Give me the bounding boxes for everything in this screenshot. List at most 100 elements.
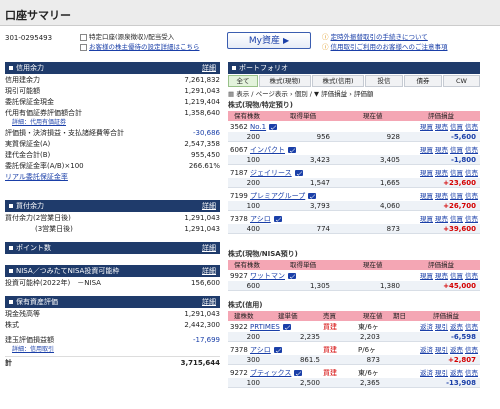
action-link[interactable]: 現売 [435, 169, 448, 177]
settings-link[interactable]: お客様の株主優待の設定詳細はこちら [89, 43, 200, 51]
action-link[interactable]: 信売 [465, 369, 478, 377]
mail-icon[interactable] [308, 193, 317, 199]
stock-name-link[interactable]: No.1 [250, 122, 278, 132]
row-value: 1,291,043 [184, 225, 220, 233]
action-link[interactable]: 現買 [420, 215, 433, 223]
action-link[interactable]: 現売 [435, 215, 448, 223]
tab-all[interactable]: 全て [228, 75, 258, 87]
action-link[interactable]: 現売 [435, 192, 448, 200]
stock-code: 9927 [230, 272, 248, 280]
action-link[interactable]: 信売 [465, 323, 478, 331]
margin-detail-link[interactable]: 詳細：信用取引 [12, 345, 54, 355]
tab-bonds[interactable]: 債券 [404, 75, 442, 87]
action-link[interactable]: 返売 [450, 346, 463, 354]
action-link[interactable]: 現売 [435, 123, 448, 131]
col-pl: 評価損益 [433, 312, 459, 320]
row-value: -30,686 [192, 129, 220, 137]
credit-link-row: リアル委託保証金率 [5, 172, 220, 182]
row-label: 代用有価証券評価額合計 [5, 109, 82, 117]
stock-name-link[interactable]: PRTIMES [250, 322, 291, 332]
toolbar-value[interactable]: 評価額 [354, 90, 374, 98]
term: P/6ヶ [358, 346, 377, 354]
stock-name-link[interactable]: プレミアグループ [250, 191, 317, 201]
action-link[interactable]: 返済 [420, 346, 433, 354]
mail-icon[interactable] [282, 324, 291, 330]
action-link[interactable]: 返売 [450, 323, 463, 331]
real-margin-rate-link[interactable]: リアル委託保証金率 [5, 172, 68, 182]
stock-name-link[interactable]: インパクト [250, 145, 296, 155]
action-link[interactable]: 返売 [450, 369, 463, 377]
cost: 3,793 [309, 202, 330, 210]
action-link[interactable]: 信売 [465, 123, 478, 131]
buying-row: (3営業日後) 1,291,043 [5, 224, 220, 234]
action-link[interactable]: 信買 [450, 123, 463, 131]
row-value: 7,261,832 [184, 76, 220, 84]
action-link[interactable]: 現買 [420, 146, 433, 154]
cost: 1,305 [309, 282, 330, 290]
row-label: 建代金合計(B) [5, 151, 51, 159]
term: 東/6ヶ [358, 323, 379, 331]
stock-name-link[interactable]: ブティックス [250, 368, 303, 378]
price: 873 [366, 356, 380, 364]
col-price: 現在値 [363, 312, 383, 320]
action-link[interactable]: 現買 [420, 192, 433, 200]
action-link[interactable]: 信売 [465, 169, 478, 177]
action-link[interactable]: 返済 [420, 323, 433, 331]
mail-icon[interactable] [294, 370, 303, 376]
action-link[interactable]: 信買 [450, 169, 463, 177]
action-link[interactable]: 現買 [420, 123, 433, 131]
mail-icon[interactable] [273, 216, 282, 222]
notice-link-2[interactable]: 信用取引ご利用のお客様へのご注意事項 [331, 43, 448, 51]
tab-margin[interactable]: 株式(信用) [312, 75, 364, 87]
action-link[interactable]: 現引 [435, 323, 448, 331]
mail-icon[interactable] [294, 170, 303, 176]
action-link[interactable]: 現買 [420, 169, 433, 177]
action-link[interactable]: 現売 [435, 272, 448, 280]
action-link[interactable]: 信売 [465, 346, 478, 354]
mail-icon[interactable] [269, 124, 278, 130]
stock-code: 7378 [230, 215, 248, 223]
stock-name-link[interactable]: アシロ [250, 214, 282, 224]
action-link[interactable]: 信買 [450, 146, 463, 154]
action-link[interactable]: 信売 [465, 272, 478, 280]
toolbar-individual[interactable]: 個別 [295, 90, 308, 98]
toolbar-display[interactable]: 表示 [236, 90, 249, 98]
action-link[interactable]: 返済 [420, 369, 433, 377]
assets-detail-link[interactable]: 詳細 [202, 296, 216, 308]
stock-name-link[interactable]: ワットマン [250, 271, 296, 281]
action-link[interactable]: 現引 [435, 346, 448, 354]
stock-name-link[interactable]: ジェイリース [250, 168, 303, 178]
action-link[interactable]: 現買 [420, 272, 433, 280]
action-link[interactable]: 信買 [450, 192, 463, 200]
col-price: 現在値 [363, 112, 383, 120]
toolbar-page[interactable]: ページ表示 [256, 90, 288, 98]
cost: 861.5 [299, 356, 320, 364]
mail-icon[interactable] [288, 273, 296, 279]
action-link[interactable]: 信売 [465, 215, 478, 223]
action-link[interactable]: 現売 [435, 146, 448, 154]
action-link[interactable]: 現引 [435, 369, 448, 377]
stock-name-link[interactable]: アシロ [250, 345, 282, 355]
credit-detail-link[interactable]: 詳細 [202, 62, 216, 74]
buying-detail-link[interactable]: 詳細 [202, 200, 216, 212]
notice-link-1[interactable]: 定時外振替取引の手続きについて [331, 33, 428, 41]
buying-power-header: 買付余力 詳細 [5, 200, 220, 212]
action-link[interactable]: 信買 [450, 215, 463, 223]
action-link[interactable]: 信買 [450, 272, 463, 280]
mail-icon[interactable] [273, 347, 282, 353]
my-asset-button[interactable]: My資産 ▶ [227, 32, 311, 49]
spot-table-header: 保有株数 取得単価 現在値 評価損益 [228, 111, 480, 121]
cost: 774 [316, 225, 330, 233]
action-link[interactable]: 信売 [465, 192, 478, 200]
section-title: NISA／つみたてNISA投資可能枠 [16, 267, 120, 275]
row-actions: 現買 現売 信買 信売 [418, 122, 478, 132]
points-detail-link[interactable]: 詳細 [202, 242, 216, 254]
tab-spot[interactable]: 株式(現物) [259, 75, 311, 87]
tab-funds[interactable]: 投信 [365, 75, 403, 87]
tab-cw[interactable]: CW [443, 75, 480, 87]
action-link[interactable]: 信売 [465, 146, 478, 154]
mail-icon[interactable] [288, 147, 296, 153]
collateral-detail-link[interactable]: 詳細：代用有価証券 [12, 118, 66, 128]
toolbar-pl[interactable]: 評価損益 [321, 90, 347, 98]
nisa-detail-link[interactable]: 詳細 [202, 265, 216, 277]
